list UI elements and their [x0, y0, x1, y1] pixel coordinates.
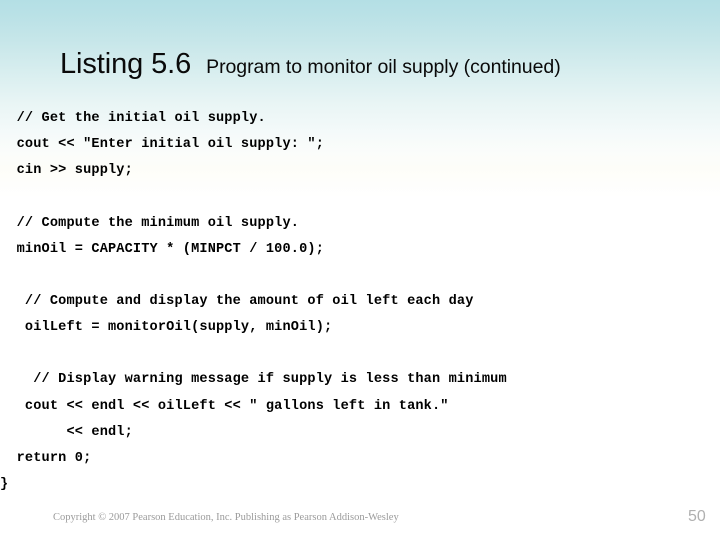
slide-canvas: Listing 5.6 Program to monitor oil supply…: [0, 0, 720, 540]
code-block-gap: [0, 263, 720, 289]
footer-copyright: Copyright © 2007 Pearson Education, Inc.…: [53, 512, 399, 523]
code-line: // Compute and display the amount of oil…: [0, 294, 474, 310]
code-line: << endl;: [0, 424, 133, 440]
code-line: }: [0, 477, 9, 493]
code-line: // Compute the minimum oil supply.: [0, 215, 300, 231]
code-listing: // Get the initial oil supply. cout << "…: [0, 106, 720, 498]
page-title: Listing 5.6: [60, 48, 192, 80]
code-block-gap: [0, 341, 720, 367]
code-line: cin >> supply;: [0, 163, 133, 179]
slide-title: Listing 5.6 Program to monitor oil supply…: [60, 49, 561, 82]
code-line: return 0;: [0, 451, 92, 467]
code-line: oilLeft = monitorOil(supply, minOil);: [0, 320, 333, 336]
code-line: // Get the initial oil supply.: [0, 111, 266, 126]
code-block-gap: [0, 185, 720, 211]
page-subtitle: Program to monitor oil supply (continued…: [206, 56, 561, 78]
code-line: // Display warning message if supply is …: [0, 372, 507, 388]
code-line: cout << "Enter initial oil supply: ";: [0, 137, 324, 153]
code-line: minOil = CAPACITY * (MINPCT / 100.0);: [0, 241, 324, 257]
page-number: 50: [688, 508, 706, 525]
code-line: cout << endl << oilLeft << " gallons lef…: [0, 398, 449, 414]
